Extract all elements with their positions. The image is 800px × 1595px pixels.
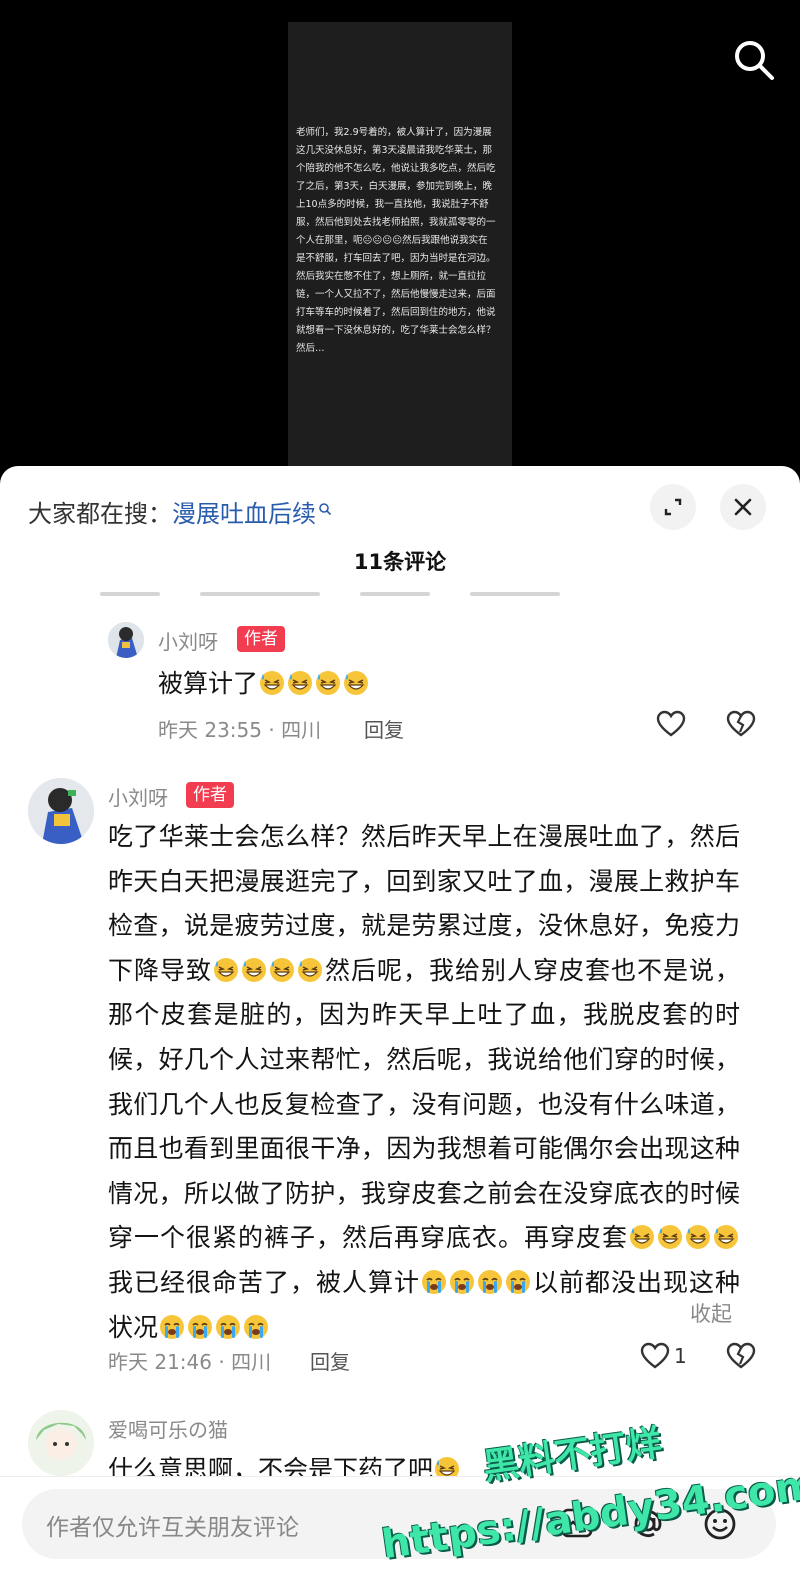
avatar[interactable] (108, 622, 144, 658)
grinning-sweat-emoji-icon (269, 953, 295, 982)
search-suggestion[interactable]: 大家都在搜：漫展吐血后续 (28, 494, 332, 529)
crying-emoji-icon (215, 1310, 241, 1339)
search-button[interactable] (730, 36, 778, 84)
emoji-group (158, 1313, 270, 1342)
crying-emoji-icon (243, 1310, 269, 1339)
grinning-sweat-emoji-icon (287, 666, 313, 695)
avatar-image-icon (28, 1410, 94, 1476)
crying-emoji-icon (505, 1265, 531, 1294)
search-suggestion-term[interactable]: 漫展吐血后续 (172, 500, 316, 528)
comment-text-content: 被算计了 (158, 669, 259, 698)
grinning-sweat-emoji-icon (713, 1220, 739, 1250)
avatar[interactable] (28, 778, 94, 844)
grinning-sweat-emoji-icon (685, 1220, 711, 1250)
grinning-sweat-emoji-icon (629, 1220, 655, 1250)
grinning-sweat-emoji-icon (241, 953, 267, 982)
video-overlay-text: 老师们，我2.9号着的，被人算计了，因为漫展这几天没休息好，第3天凌晨请我吃华莱… (296, 127, 496, 354)
reply-button[interactable]: 回复 (364, 714, 404, 743)
grinning-sweat-emoji-icon (657, 1220, 683, 1250)
search-icon (735, 41, 774, 80)
dislike-button[interactable] (726, 710, 756, 742)
comment-username[interactable]: 小刘呀 (158, 626, 218, 655)
comment-sheet: 大家都在搜：漫展吐血后续 11条评论 小刘呀 作者 被算计了 昨天 23:55 … (0, 466, 800, 1595)
heart-icon (656, 710, 686, 737)
comment-username[interactable]: 小刘呀 (108, 782, 168, 811)
close-icon (734, 498, 752, 516)
collapse-button[interactable]: 收起 (690, 1298, 732, 1328)
crying-emoji-icon (477, 1265, 503, 1294)
emoji-group (212, 956, 324, 985)
video-player[interactable]: 老师们，我2.9号着的，被人算计了，因为漫展这几天没休息好，第3天凌晨请我吃华莱… (0, 0, 800, 480)
previous-comment-clipped (100, 586, 760, 596)
broken-heart-icon (726, 1342, 756, 1369)
crying-emoji-icon (421, 1265, 447, 1294)
author-badge: 作者 (237, 626, 285, 652)
avatar-image-icon (28, 778, 94, 844)
emoji-group (628, 1223, 740, 1252)
grinning-sweat-emoji-icon (213, 953, 239, 982)
comment-text: 被算计了 (158, 662, 718, 707)
grinning-sweat-emoji-icon (315, 666, 341, 695)
comment-text: 吃了华莱士会怎么样？然后昨天早上在漫展吐血了，然后昨天白天把漫展逛完了，回到家又… (108, 815, 740, 1350)
comment-meta: 昨天 21:46 · 四川 (108, 1350, 272, 1374)
avatar-image-icon (108, 622, 144, 658)
broken-heart-icon (726, 710, 756, 737)
like-button[interactable]: 1 (640, 1342, 687, 1370)
crying-emoji-icon (159, 1310, 185, 1339)
search-suggestion-prefix: 大家都在搜： (28, 500, 172, 528)
search-small-icon (319, 503, 332, 516)
close-button[interactable] (720, 484, 766, 530)
crying-emoji-icon (449, 1265, 475, 1294)
grinning-sweat-emoji-icon (434, 1452, 460, 1481)
author-badge: 作者 (186, 782, 234, 808)
grinning-sweat-emoji-icon (259, 666, 285, 695)
expand-icon (664, 498, 682, 516)
expand-button[interactable] (650, 484, 696, 530)
like-count: 1 (674, 1344, 687, 1368)
comment-meta: 昨天 23:55 · 四川 (158, 718, 322, 742)
comment-count: 11条评论 (353, 550, 447, 574)
grinning-sweat-emoji-icon (343, 666, 369, 695)
dislike-button[interactable] (726, 1342, 756, 1374)
comment-text-part3: 我已经很命苦了，被人算计 (108, 1267, 420, 1297)
comment-input-placeholder: 作者仅允许互关朋友评论 (46, 1515, 299, 1541)
crying-emoji-icon (187, 1310, 213, 1339)
reply-button[interactable]: 回复 (310, 1346, 350, 1375)
comment-text-part2: 然后呢，我给别人穿皮套也不是说，那个皮套是脏的，因为昨天早上吐了血，我脱皮套的时… (108, 955, 740, 1253)
heart-icon (640, 1342, 670, 1369)
emoji-group (420, 1268, 532, 1297)
comment-username[interactable]: 爱喝可乐の猫 (108, 1414, 228, 1443)
avatar[interactable] (28, 1410, 94, 1476)
emoji-group (258, 669, 370, 698)
like-button[interactable] (656, 710, 686, 742)
grinning-sweat-emoji-icon (297, 953, 323, 982)
